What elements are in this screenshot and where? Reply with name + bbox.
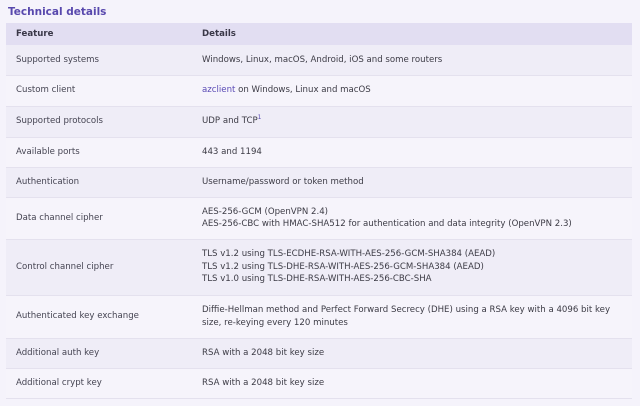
feature-cell: Authenticated key exchange [6,295,192,339]
table-row: Additional auth key RSA with a 2048 bit … [6,338,632,369]
table-row: Authenticated key exchange Diffie-Hellma… [6,295,632,339]
details-suffix: on Windows, Linux and macOS [235,85,371,96]
feature-cell: Control channel cipher [6,239,192,296]
feature-cell: Available ports [6,137,192,168]
table-header-row: Feature Details [6,23,632,45]
details-cell: AES-256-GCM (OpenVPN 2.4) AES-256-CBC wi… [192,197,632,240]
technical-details-table: Feature Details Supported systems Window… [6,23,632,399]
details-line: RSA with a 2048 bit key size [202,377,325,388]
details-line: AES-256-CBC with HMAC-SHA512 for authent… [202,219,572,229]
table-row: Available ports 443 and 1194 [6,137,632,168]
feature-cell: Data channel cipher [6,197,192,240]
feature-cell: Supported systems [6,45,192,76]
details-line: RSA with a 2048 bit key size [202,347,325,358]
table-row: Data channel cipher AES-256-GCM (OpenVPN… [6,197,632,240]
details-cell: 443 and 1194 [192,137,632,168]
feature-cell: Supported protocols [6,106,192,138]
azclient-link[interactable]: azclient [202,85,235,95]
details-line: 443 and 1194 [202,146,262,157]
table-row: Supported systems Windows, Linux, macOS,… [6,45,632,76]
details-cell: azclient on Windows, Linux and macOS [192,75,632,107]
footnote-link[interactable]: 1 [258,114,262,121]
details-line: UDP and TCP1 [202,115,632,128]
details-line: Diffie-Hellman method and Perfect Forwar… [202,305,611,315]
details-line: TLS v1.0 using TLS-DHE-RSA-WITH-AES-256-… [202,274,432,285]
table-row: Supported protocols UDP and TCP1 [6,106,632,138]
details-cell: Windows, Linux, macOS, Android, iOS and … [192,45,632,76]
details-cell: RSA with a 2048 bit key size [192,338,632,369]
feature-cell: Additional auth key [6,338,192,369]
column-header-feature: Feature [6,23,192,45]
details-cell: TLS v1.2 using TLS-ECDHE-RSA-WITH-AES-25… [192,239,632,296]
details-cell: RSA with a 2048 bit key size [192,368,632,399]
details-line: size, re-keying every 120 minutes [202,317,348,328]
details-line: AES-256-GCM (OpenVPN 2.4) [202,206,329,217]
table-row: Authentication Username/password or toke… [6,167,632,198]
feature-cell: Authentication [6,167,192,198]
section-title: Technical details [8,6,107,18]
table-row: Custom client azclient on Windows, Linux… [6,75,632,107]
technical-details-section: Technical details Feature Details Suppor… [0,0,640,406]
details-cell: Diffie-Hellman method and Perfect Forwar… [192,295,632,339]
feature-cell: Custom client [6,75,192,107]
details-line: Username/password or token method [202,176,364,187]
details-line: TLS v1.2 using TLS-ECDHE-RSA-WITH-AES-25… [202,249,496,260]
details-cell: UDP and TCP1 [192,106,632,138]
details-line: TLS v1.2 using TLS-DHE-RSA-WITH-AES-256-… [202,261,484,272]
details-line: azclient on Windows, Linux and macOS [202,84,632,97]
details-line: Windows, Linux, macOS, Android, iOS and … [202,54,443,65]
details-text: UDP and TCP [202,116,258,127]
details-cell: Username/password or token method [192,167,632,198]
feature-cell: Additional crypt key [6,368,192,399]
column-header-details: Details [192,23,632,45]
table-row: Additional crypt key RSA with a 2048 bit… [6,368,632,399]
table-row: Control channel cipher TLS v1.2 using TL… [6,239,632,296]
